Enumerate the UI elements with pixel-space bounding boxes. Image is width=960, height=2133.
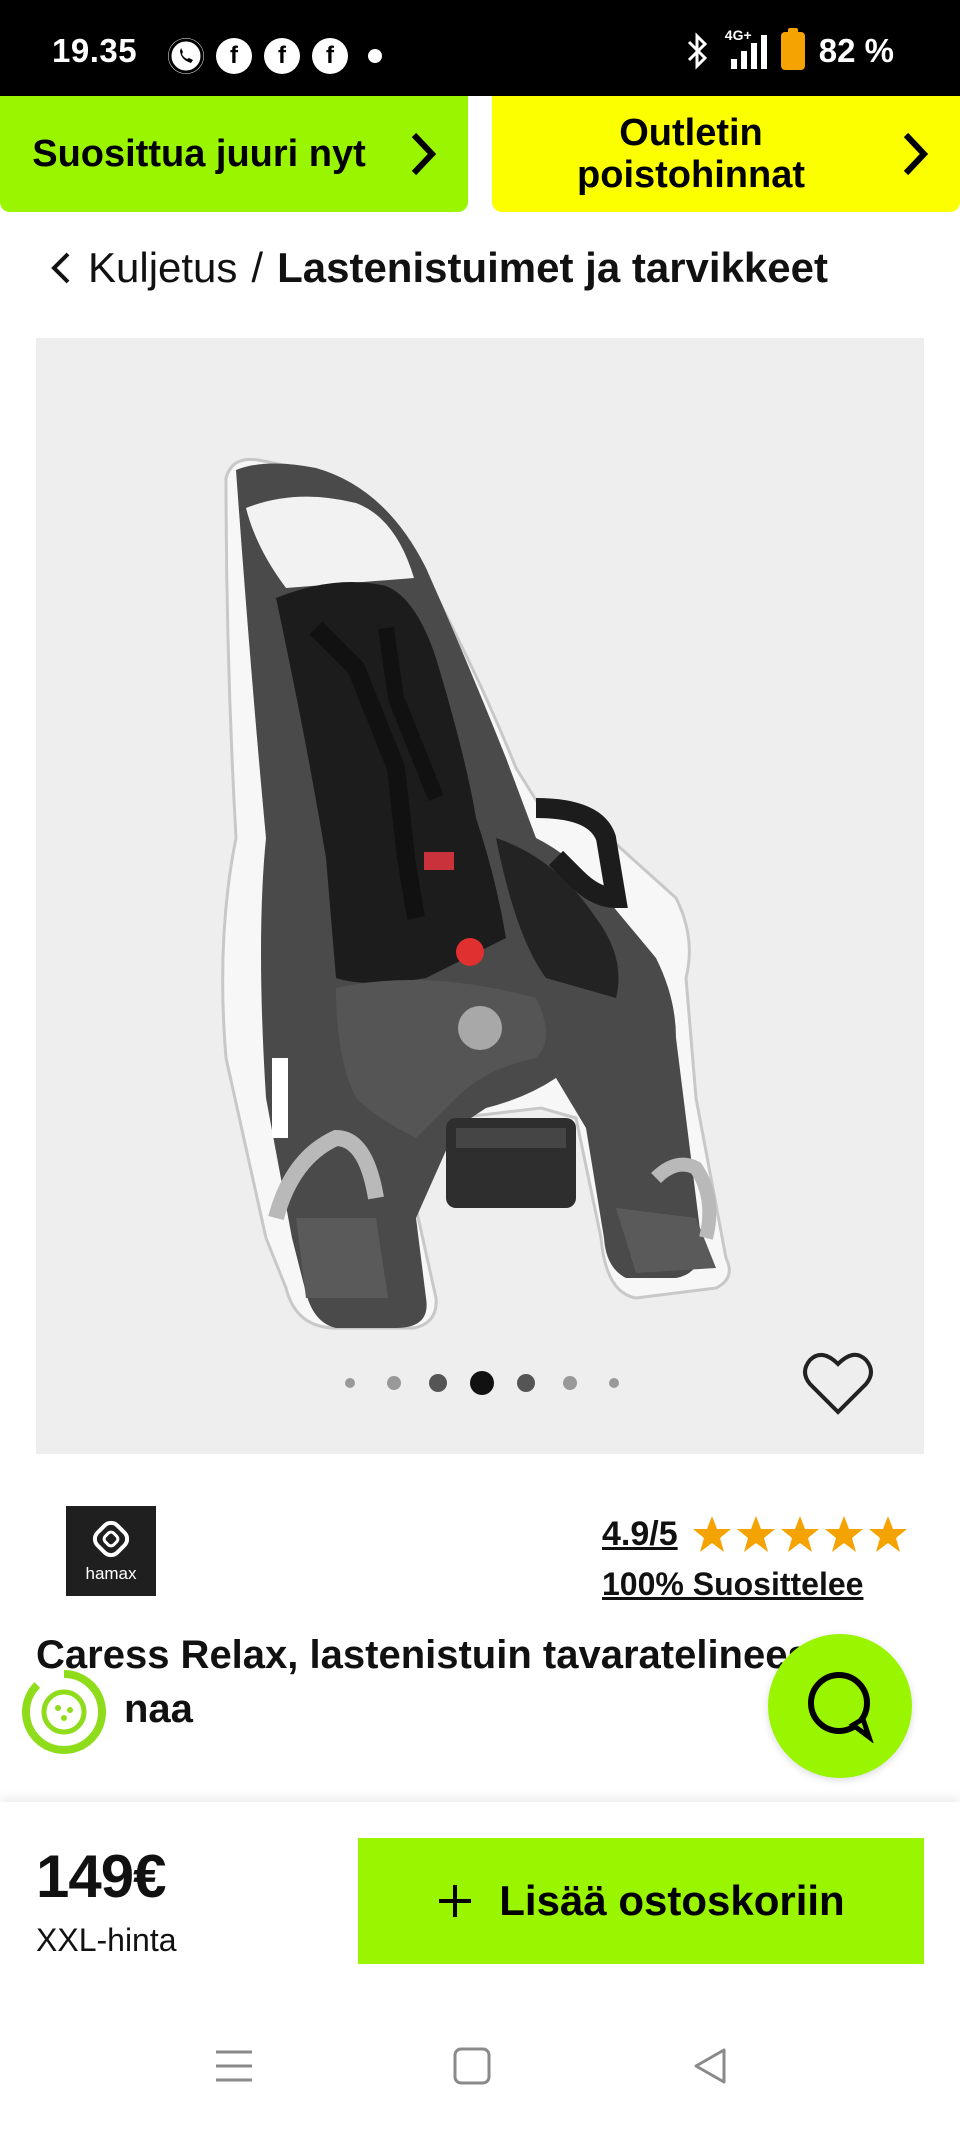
carousel-dot[interactable] (470, 1371, 494, 1395)
product-gallery[interactable] (36, 338, 924, 1454)
carousel-dot[interactable] (345, 1378, 355, 1388)
brand-logo[interactable]: hamax (66, 1506, 156, 1596)
status-bar: 19.35 f f f 4G+ 82 % (0, 0, 960, 96)
add-to-cart-label: Lisää ostoskoriin (499, 1877, 845, 1924)
product-image (221, 457, 731, 1330)
star-icon (736, 1516, 775, 1552)
promo-popular-now[interactable]: Suosittua juuri nyt (0, 96, 468, 212)
chevron-right-icon (870, 131, 960, 177)
hamax-logo-icon (92, 1520, 130, 1558)
bluetooth-icon (687, 32, 707, 70)
promo-label: Suosittua juuri nyt (32, 133, 366, 175)
add-to-cart-button[interactable]: Lisää ostoskoriin (358, 1838, 924, 1964)
status-time: 19.35 (52, 32, 138, 69)
star-icon (824, 1516, 863, 1552)
price-label: XXL-hinta (36, 1922, 177, 1958)
brand-name: hamax (85, 1564, 137, 1583)
network-label: 4G+ (724, 27, 752, 43)
menu-icon[interactable] (212, 2044, 256, 2088)
rating-score[interactable]: 4.9/5 (602, 1515, 678, 1554)
carousel-dots[interactable] (36, 1368, 924, 1398)
dot-icon (368, 49, 382, 63)
breadcrumb: Kuljetus / Lastenistuimet ja tarvikkeet (46, 244, 828, 292)
home-icon[interactable] (450, 2044, 494, 2088)
chevron-right-icon (378, 131, 468, 177)
facebook-icon: f (312, 38, 348, 74)
chat-button[interactable] (768, 1634, 912, 1778)
breadcrumb-current[interactable]: Lastenistuimet ja tarvikkeet (277, 244, 828, 292)
recycle-icon[interactable] (20, 1668, 108, 1756)
facebook-icon: f (216, 38, 252, 74)
chevron-left-icon[interactable] (46, 248, 74, 288)
recommend-rate[interactable]: 100% Suosittelee (602, 1566, 908, 1603)
battery-icon (780, 28, 805, 70)
system-icons: 4G+ 82 % (683, 27, 894, 70)
star-icon (780, 1516, 819, 1552)
carousel-dot[interactable] (609, 1378, 619, 1388)
heart-icon[interactable] (802, 1350, 874, 1418)
carousel-dot[interactable] (429, 1374, 447, 1392)
rating-stars (692, 1514, 908, 1554)
notification-icons: f f f (168, 38, 382, 74)
star-icon (868, 1516, 907, 1552)
buy-bar: 149€ XXL-hinta Lisää ostoskoriin (0, 1802, 960, 2000)
promo-label: Outletin poistohinnat (577, 112, 805, 196)
chat-icon (808, 1672, 874, 1743)
carousel-dot[interactable] (387, 1376, 401, 1390)
facebook-icon: f (264, 38, 300, 74)
plus-icon (439, 1885, 472, 1917)
breadcrumb-parent[interactable]: Kuljetus (88, 244, 237, 292)
whatsapp-icon (168, 38, 204, 74)
back-icon[interactable] (688, 2044, 732, 2088)
star-icon (692, 1516, 731, 1552)
system-nav-bar (0, 2000, 960, 2133)
battery-percent: 82 % (818, 32, 894, 69)
breadcrumb-separator: / (251, 244, 264, 291)
signal-icon: 4G+ (725, 27, 767, 69)
carousel-dot[interactable] (517, 1374, 535, 1392)
price: 149€ (36, 1843, 166, 1910)
promo-outlet[interactable]: Outletin poistohinnat (492, 96, 960, 212)
rating-summary[interactable]: 4.9/5 100% Suosittelee (602, 1514, 908, 1603)
carousel-dot[interactable] (563, 1376, 577, 1390)
